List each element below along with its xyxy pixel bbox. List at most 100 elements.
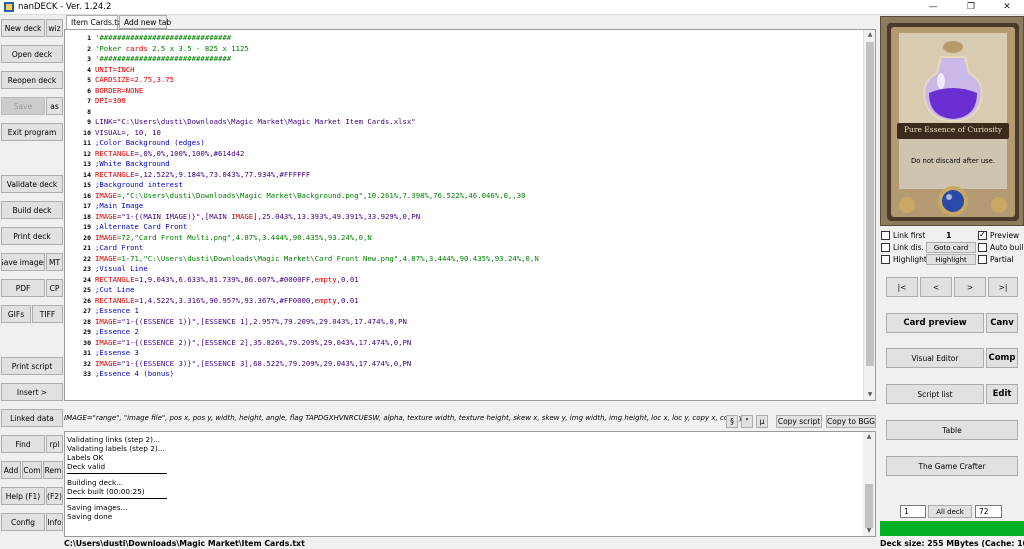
compare-button[interactable]: Comp bbox=[986, 348, 1018, 368]
code-line[interactable]: 15 ;Background interest bbox=[65, 180, 865, 191]
code-line[interactable]: 19 ;Alternate Card Front bbox=[65, 222, 865, 233]
code-line[interactable]: 14 RECTANGLE=,12.522%,9.184%,73.043%,77.9… bbox=[65, 170, 865, 181]
code-line[interactable]: 12 RECTANGLE=,0%,0%,100%,100%,#614d42 bbox=[65, 149, 865, 160]
code-line[interactable]: 21 ;Card Front bbox=[65, 243, 865, 254]
range-to-input[interactable]: 72 bbox=[975, 505, 1002, 518]
linked-data-button[interactable]: Linked data bbox=[1, 409, 63, 427]
tiff-button[interactable]: TIFF bbox=[32, 305, 63, 323]
save-button[interactable]: Save bbox=[1, 97, 45, 115]
exit-program-button[interactable]: Exit program bbox=[1, 123, 63, 141]
validate-deck-button[interactable]: Validate deck bbox=[1, 175, 63, 193]
save-images-button[interactable]: Save images bbox=[1, 253, 45, 271]
find-button[interactable]: Find bbox=[1, 435, 45, 453]
code-line[interactable]: 29 ;Essence 2 bbox=[65, 327, 865, 338]
code-line[interactable]: 20 IMAGE=72,"Card Front Multi.png",4.87%,… bbox=[65, 233, 865, 244]
link-dis-box[interactable] bbox=[881, 243, 890, 252]
copy-script-button[interactable]: Copy script bbox=[776, 415, 822, 428]
editor-scroll-thumb[interactable] bbox=[866, 42, 874, 366]
auto-build-box[interactable] bbox=[978, 243, 987, 252]
auto-build-checkbox[interactable]: Auto build bbox=[978, 243, 1024, 252]
highlight-button[interactable]: Highlight bbox=[926, 254, 976, 265]
scroll-down-icon[interactable]: ▼ bbox=[864, 390, 875, 400]
code-line[interactable]: 24 RECTANGLE=1,9.043%,6.633%,81.739%,86.6… bbox=[65, 275, 865, 286]
code-line[interactable]: 28 IMAGE="1-{(ESSENCE 1)}",[ESSENCE 1],2.… bbox=[65, 317, 865, 328]
code-line[interactable]: 1 '############################## bbox=[65, 33, 865, 44]
print-script-button[interactable]: Print script bbox=[1, 357, 63, 375]
partial-checkbox[interactable]: Partial bbox=[978, 255, 1014, 264]
log-scroll-thumb[interactable] bbox=[865, 484, 873, 528]
code-line[interactable]: 7 DPI=300 bbox=[65, 96, 865, 107]
highlight-box[interactable] bbox=[881, 255, 890, 264]
copy-to-bgg-button[interactable]: Copy to BGG bbox=[826, 415, 876, 428]
code-line[interactable]: 9 LINK="C:\Users\dusti\Downloads\Magic Ma… bbox=[65, 117, 865, 128]
open-deck-button[interactable]: Open deck bbox=[1, 45, 63, 63]
link-dis-checkbox[interactable]: Link dis. bbox=[881, 243, 924, 252]
visual-editor-button[interactable]: Visual Editor bbox=[886, 348, 984, 368]
code-line[interactable]: 2 'Poker cards 2.5 x 3.5 - 825 x 1125 bbox=[65, 44, 865, 55]
gifs-button[interactable]: GIFs bbox=[1, 305, 31, 323]
range-from-input[interactable]: 1 bbox=[900, 505, 926, 518]
script-editor[interactable]: 1 '############################## 2 'Poker … bbox=[64, 29, 876, 401]
table-button[interactable]: Table bbox=[886, 420, 1018, 440]
code-line[interactable]: 6 BORDER=NONE bbox=[65, 86, 865, 97]
card-preview-button[interactable]: Card preview bbox=[886, 313, 984, 333]
code-line[interactable]: 22 IMAGE=1-71,"C:\Users\dusti\Downloads\M… bbox=[65, 254, 865, 265]
code-line[interactable]: 5 CARDSIZE=2.75,3.75 bbox=[65, 75, 865, 86]
wizard-button[interactable]: wiz bbox=[46, 19, 63, 37]
game-crafter-button[interactable]: The Game Crafter bbox=[886, 456, 1018, 476]
cp-button[interactable]: CP bbox=[46, 279, 63, 297]
code-line[interactable]: 8 bbox=[65, 107, 865, 118]
log-scrollbar[interactable]: ▲ ▼ bbox=[863, 432, 875, 536]
goto-card-button[interactable]: Goto card bbox=[926, 242, 976, 253]
code-line[interactable]: 13 ;White Background bbox=[65, 159, 865, 170]
comment-button[interactable]: Com bbox=[22, 461, 42, 479]
config-button[interactable]: Config bbox=[1, 513, 45, 531]
close-icon[interactable]: ✕ bbox=[992, 0, 1022, 15]
first-card-button[interactable]: |< bbox=[886, 277, 918, 297]
tab-add-new[interactable]: Add new tab bbox=[119, 15, 171, 29]
log-output[interactable]: Validating links (step 2)... Validating … bbox=[64, 431, 876, 537]
code-line[interactable]: 31 ;Essense 3 bbox=[65, 348, 865, 359]
replace-button[interactable]: rpl bbox=[46, 435, 63, 453]
code-line[interactable]: 26 RECTANGLE=1,4.522%,3.316%,90.957%,93.3… bbox=[65, 296, 865, 307]
highlight-checkbox[interactable]: Highlight bbox=[881, 255, 927, 264]
edit-button[interactable]: Edit bbox=[986, 384, 1018, 404]
script-list-button[interactable]: Script list bbox=[886, 384, 984, 404]
add-comment-button[interactable]: Add bbox=[1, 461, 21, 479]
section-button[interactable]: § bbox=[726, 415, 738, 428]
code-line[interactable]: 23 ;Visual Line bbox=[65, 264, 865, 275]
quote-button[interactable]: " bbox=[741, 415, 753, 428]
info-button[interactable]: Info bbox=[46, 513, 63, 531]
code-line[interactable]: 32 IMAGE="1-{(ESSENCE 3)}",[ESSENCE 3],68… bbox=[65, 359, 865, 370]
code-line[interactable]: 30 IMAGE="1-{(ESSENCE 2)}",[ESSENCE 2],35… bbox=[65, 338, 865, 349]
mu-button[interactable]: µ bbox=[756, 415, 768, 428]
code-line[interactable]: 27 ;Essence 1 bbox=[65, 306, 865, 317]
code-line[interactable]: 17 ;Main Image bbox=[65, 201, 865, 212]
new-deck-button[interactable]: New deck bbox=[1, 19, 45, 37]
help-button[interactable]: Help (F1) bbox=[1, 487, 45, 505]
next-card-button[interactable]: > bbox=[954, 277, 986, 297]
f2-button[interactable]: (F2) bbox=[46, 487, 63, 505]
mt-button[interactable]: MT bbox=[46, 253, 63, 271]
partial-box[interactable] bbox=[978, 255, 987, 264]
code-line[interactable]: 33 ;Essence 4 (bonus) bbox=[65, 369, 865, 380]
code-line[interactable]: 11 ;Color Background (edges) bbox=[65, 138, 865, 149]
code-line[interactable]: 25 ;Cut Line bbox=[65, 285, 865, 296]
pdf-button[interactable]: PDF bbox=[1, 279, 45, 297]
remove-comment-button[interactable]: Rem bbox=[43, 461, 63, 479]
minimize-icon[interactable]: — bbox=[918, 0, 948, 15]
build-deck-button[interactable]: Build deck bbox=[1, 201, 63, 219]
scroll-down-icon[interactable]: ▼ bbox=[863, 526, 875, 536]
all-deck-button[interactable]: All deck bbox=[928, 505, 972, 518]
tab-item-cards[interactable]: Item Cards.txt bbox=[66, 15, 125, 30]
preview-box[interactable] bbox=[978, 230, 987, 240]
insert-button[interactable]: Insert > bbox=[1, 383, 63, 401]
code-line[interactable]: 3 '############################## bbox=[65, 54, 865, 65]
prev-card-button[interactable]: < bbox=[920, 277, 952, 297]
link-first-box[interactable] bbox=[881, 231, 890, 240]
save-as-button[interactable]: as bbox=[46, 97, 63, 115]
code-line[interactable]: 4 UNIT=INCH bbox=[65, 65, 865, 76]
preview-checkbox[interactable]: Preview bbox=[978, 230, 1019, 240]
last-card-button[interactable]: >| bbox=[988, 277, 1018, 297]
editor-scrollbar[interactable]: ▲ ▼ bbox=[863, 30, 875, 400]
